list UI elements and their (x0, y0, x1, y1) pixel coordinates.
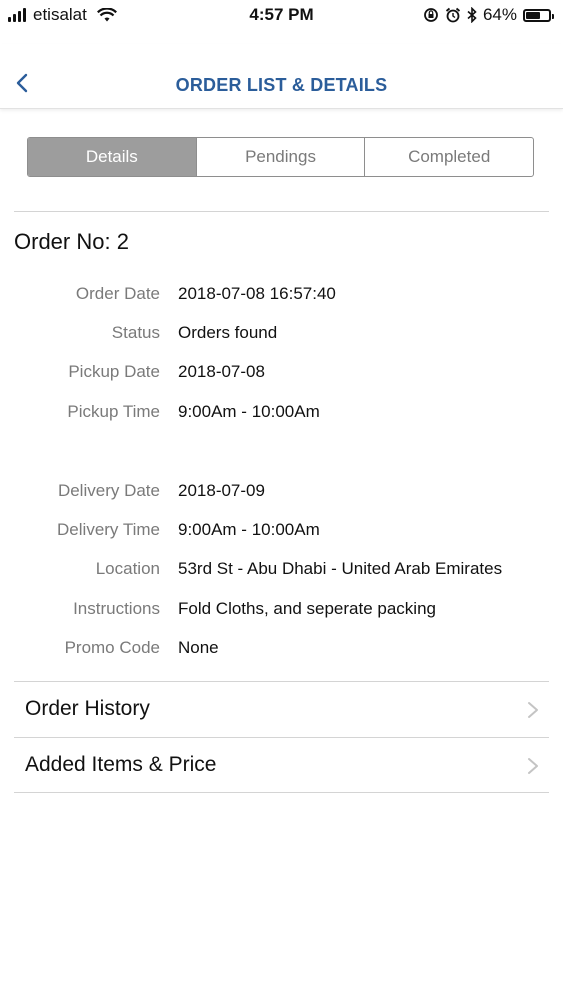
detail-row-delivery-time: Delivery Time 9:00Am - 10:00Am (0, 520, 563, 544)
battery-percentage: 64% (482, 5, 517, 24)
detail-row-order-date: Order Date 2018-07-08 16:57:40 (0, 284, 563, 308)
tab-pendings[interactable]: Pendings (195, 138, 365, 176)
detail-label: Order Date (75, 284, 160, 303)
detail-label: Status (111, 323, 160, 342)
detail-label: Instructions (73, 599, 160, 618)
status-bar-right: 64% (423, 5, 554, 25)
detail-row-pickup-time: Pickup Time 9:00Am - 10:00Am (0, 402, 563, 426)
detail-row-promo-code: Promo Code None (0, 638, 563, 662)
detail-value: 53rd St - Abu Dhabi - United Arab Emirat… (178, 559, 503, 578)
detail-label: Promo Code (64, 638, 160, 657)
detail-row-delivery-date: Delivery Date 2018-07-09 (0, 481, 563, 505)
detail-value: Fold Cloths, and seperate packing (178, 599, 436, 618)
detail-label: Delivery Time (57, 520, 160, 539)
detail-value: 9:00Am - 10:00Am (178, 520, 320, 539)
tab-details[interactable]: Details (28, 138, 196, 176)
detail-value: 2018-07-08 16:57:40 (178, 284, 336, 303)
detail-row-location: Location 53rd St - Abu Dhabi - United Ar… (0, 559, 563, 583)
tab-completed[interactable]: Completed (364, 138, 533, 176)
chevron-right-icon (528, 702, 538, 718)
page-title: ORDER LIST & DETAILS (175, 75, 388, 95)
bluetooth-icon (467, 7, 477, 23)
detail-row-status: Status Orders found (0, 323, 563, 347)
detail-label: Location (95, 559, 160, 578)
navigation-bar: ORDER LIST & DETAILS (0, 44, 563, 109)
detail-value: 2018-07-08 (178, 362, 265, 381)
status-bar: etisalat 4:57 PM 64% (0, 0, 563, 30)
detail-label: Pickup Time (67, 402, 160, 421)
divider (14, 792, 549, 793)
divider (14, 211, 549, 212)
order-history-row[interactable]: Order History (14, 682, 549, 737)
order-history-label: Order History (25, 697, 150, 720)
detail-row-instructions: Instructions Fold Cloths, and seperate p… (0, 599, 563, 623)
order-tabs: Details Pendings Completed (27, 137, 534, 177)
detail-value: 2018-07-09 (178, 481, 265, 500)
added-items-price-row[interactable]: Added Items & Price (14, 738, 549, 793)
detail-value: Orders found (178, 323, 278, 342)
detail-row-pickup-date: Pickup Date 2018-07-08 (0, 362, 563, 386)
screen-rotation-lock-icon (424, 8, 438, 22)
battery-icon (523, 8, 554, 22)
detail-label: Delivery Date (57, 481, 160, 500)
detail-label: Pickup Date (68, 362, 160, 381)
added-items-price-label: Added Items & Price (25, 753, 217, 776)
order-number-title: Order No: 2 (14, 229, 129, 254)
detail-value: 9:00Am - 10:00Am (178, 402, 320, 421)
chevron-right-icon (528, 758, 538, 774)
alarm-icon (445, 7, 461, 23)
detail-value: None (178, 638, 219, 657)
